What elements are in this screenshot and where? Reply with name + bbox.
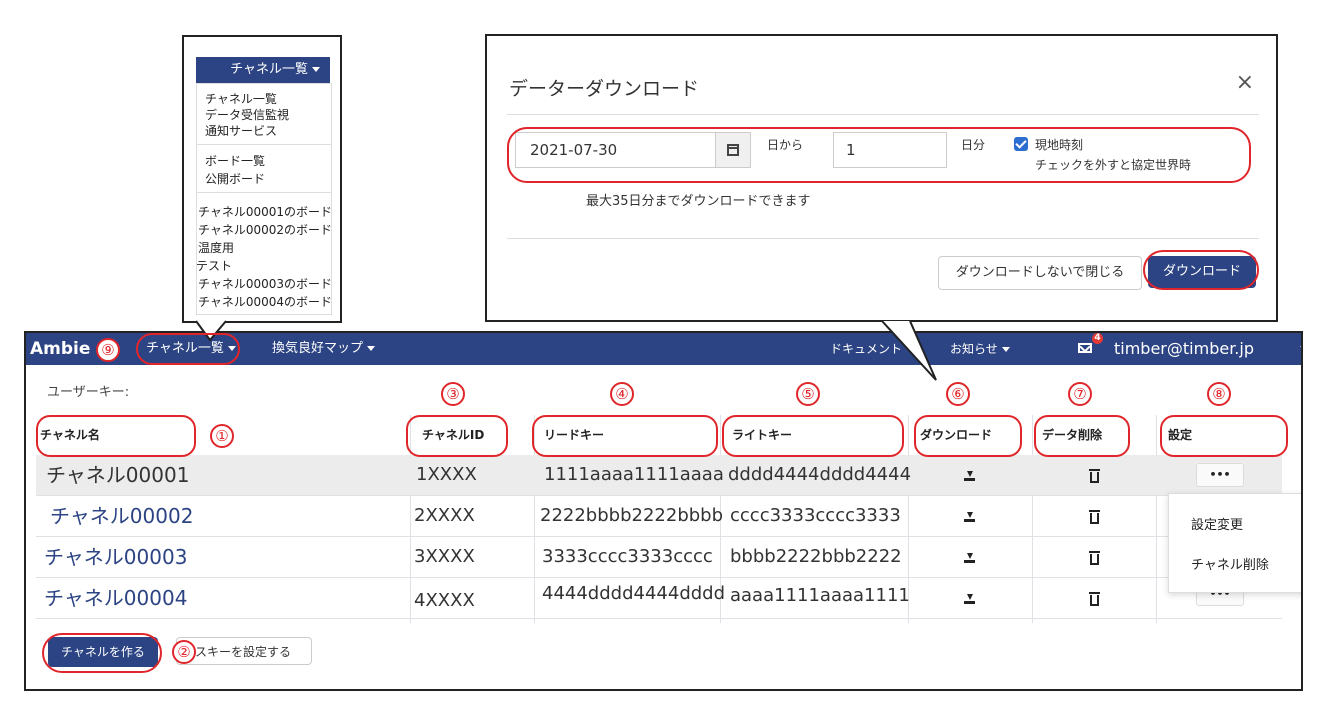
annotation-number-6: ⑥ — [946, 382, 970, 406]
annotation-ring-data-delete — [1034, 415, 1130, 457]
annotation-ring-channel-id — [406, 415, 508, 457]
annotation-ring-create-channel — [42, 633, 162, 673]
annotation-number-1: ① — [210, 424, 234, 448]
annotation-number-7: ⑦ — [1068, 382, 1092, 406]
annotation-number-2: ② — [172, 640, 196, 664]
annotation-ring-channel-menu — [136, 333, 240, 365]
annotation-number-5: ⑤ — [796, 382, 820, 406]
annotation-ring-download-button — [1143, 250, 1259, 290]
annotation-number-4: ④ — [610, 382, 634, 406]
annotation-number-8: ⑧ — [1207, 382, 1231, 406]
annotation-ring-channel-name — [36, 415, 196, 457]
annotation-number-9: ⑨ — [96, 338, 120, 362]
annotation-ring-date-range — [507, 127, 1251, 183]
annotation-ring-read-key — [532, 415, 718, 457]
modal-callout-pointer — [881, 320, 937, 381]
annotation-ring-download — [914, 415, 1022, 457]
annotation-ring-settings — [1160, 415, 1288, 457]
annotation-number-3: ③ — [441, 382, 465, 406]
annotation-ring-write-key — [722, 415, 904, 457]
